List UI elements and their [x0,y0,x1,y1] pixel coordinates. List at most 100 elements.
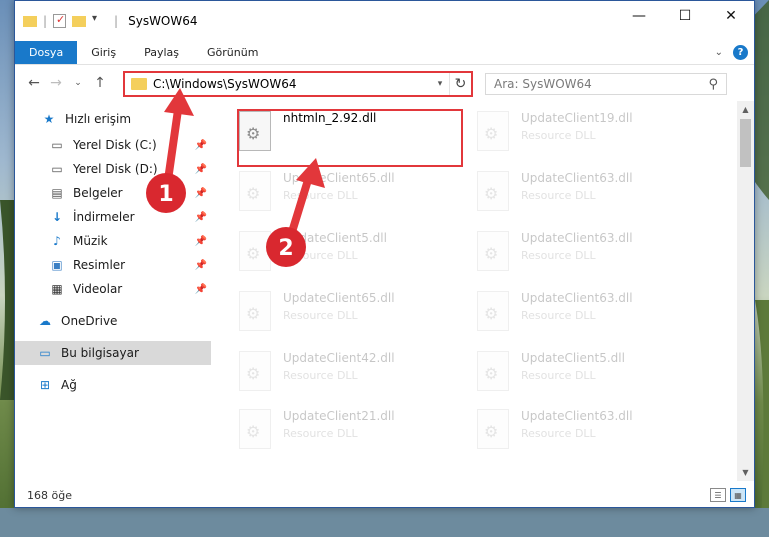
sidebar-item-onedrive[interactable]: ☁ OneDrive [15,309,211,333]
quick-access-toolbar: | ✓ ▾ [15,13,108,29]
file-name: UpdateClient63.dll [521,409,633,423]
scroll-down-icon[interactable]: ▼ [737,468,754,477]
file-item[interactable]: ⚙ UpdateClient65.dll Resource DLL [239,171,439,221]
ribbon-tabs: Dosya Giriş Paylaş Görünüm ⌄ ? [15,41,754,65]
pin-icon[interactable]: 📌 [195,140,207,151]
scroll-up-icon[interactable]: ▲ [737,105,754,114]
sidebar-item-label: Ağ [61,378,77,392]
file-item[interactable]: ⚙ UpdateClient63.dll Resource DLL [477,171,677,221]
sidebar-item-this-pc[interactable]: ▭ Bu bilgisayar [15,341,211,365]
file-type: Resource DLL [521,189,596,202]
drive-icon: ▭ [51,162,63,176]
music-icon: ♪ [53,234,61,248]
file-name: UpdateClient63.dll [521,231,633,245]
ribbon-right: ⌄ ? [715,41,754,64]
video-icon: ▦ [51,282,63,296]
dll-file-icon: ⚙ [239,351,271,391]
address-path[interactable]: C:\Windows\SysWOW64 [153,77,431,91]
tab-file[interactable]: Dosya [15,41,78,64]
large-icons-view-icon[interactable]: ▦ [730,488,746,502]
file-name: UpdateClient63.dll [521,291,633,305]
file-name: UpdateClient42.dll [283,351,395,365]
file-item[interactable]: ⚙ UpdateClient63.dll Resource DLL [477,409,677,459]
pin-icon[interactable]: 📌 [195,188,207,199]
file-type: Resource DLL [283,309,358,322]
pin-icon[interactable]: 📌 [195,236,207,247]
star-icon: ★ [43,112,55,126]
search-icon[interactable]: ⚲ [708,77,718,92]
file-item[interactable]: ⚙ UpdateClient5.dll Resource DLL [239,231,439,281]
file-name: UpdateClient21.dll [283,409,395,423]
file-item[interactable]: ⚙ UpdateClient63.dll Resource DLL [477,291,677,341]
expand-ribbon-icon[interactable]: ⌄ [715,47,723,58]
recent-locations-button[interactable]: ⌄ [67,78,89,88]
dll-file-icon: ⚙ [477,409,509,449]
properties-icon[interactable]: ✓ [53,13,67,28]
pin-icon[interactable]: 📌 [195,164,207,175]
dll-file-icon: ⚙ [477,111,509,151]
file-type: Resource DLL [283,249,358,262]
tab-share[interactable]: Paylaş [130,41,193,64]
file-name: UpdateClient19.dll [521,111,633,125]
sidebar-item-label: Resimler [73,258,126,272]
navigation-bar: ← → ⌄ ↑ C:\Windows\SysWOW64 ▾ ↻ Ara: Sys… [15,65,754,101]
minimize-button[interactable]: — [616,1,662,31]
sidebar-item-quick-access[interactable]: ★ Hızlı erişim [15,107,211,131]
sidebar-item-videos[interactable]: ▦ Videolar 📌 [15,277,211,301]
sidebar-item-local-disk-d[interactable]: ▭ Yerel Disk (D:) 📌 [15,157,211,181]
details-view-icon[interactable]: ☰ [710,488,726,502]
file-item[interactable]: ⚙ UpdateClient19.dll Resource DLL [477,111,677,161]
sidebar-item-documents[interactable]: ▤ Belgeler 📌 [15,181,211,205]
sidebar-item-label: OneDrive [61,314,118,328]
vertical-scrollbar[interactable]: ▲ ▼ [737,101,754,481]
sidebar-item-label: Hızlı erişim [65,112,132,126]
help-icon[interactable]: ? [733,45,748,60]
scrollbar-thumb[interactable] [740,119,751,167]
up-button[interactable]: ↑ [89,75,111,91]
separator: | [43,14,48,28]
forward-button[interactable]: → [45,75,67,91]
sidebar-item-pictures[interactable]: ▣ Resimler 📌 [15,253,211,277]
maximize-button[interactable]: ☐ [662,1,708,31]
address-dropdown-icon[interactable]: ▾ [431,79,449,89]
dll-file-icon: ⚙ [477,171,509,211]
refresh-icon[interactable]: ↻ [449,73,471,95]
file-type: Resource DLL [521,249,596,262]
new-folder-icon[interactable] [72,15,87,27]
tab-home[interactable]: Giriş [77,41,130,64]
sidebar-item-network[interactable]: ⊞ Ağ [15,373,211,397]
address-bar[interactable]: C:\Windows\SysWOW64 ▾ ↻ [123,71,473,97]
dll-file-icon: ⚙ [239,409,271,449]
sidebar-item-label: Yerel Disk (C:) [73,138,157,152]
pin-icon[interactable]: 📌 [195,284,207,295]
file-name: UpdateClient5.dll [283,231,387,245]
folder-icon [23,15,37,27]
sidebar-item-downloads[interactable]: ↓ İndirmeler 📌 [15,205,211,229]
title-bar: | ✓ ▾ | SysWOW64 — ☐ ✕ [15,1,754,41]
file-name: UpdateClient63.dll [521,171,633,185]
file-item[interactable]: ⚙ UpdateClient5.dll Resource DLL [477,351,677,401]
file-type: Resource DLL [521,369,596,382]
item-count: 168 öğe [27,488,72,502]
file-item[interactable]: ⚙ UpdateClient63.dll Resource DLL [477,231,677,281]
file-item[interactable]: ⚙ UpdateClient65.dll Resource DLL [239,291,439,341]
network-icon: ⊞ [39,378,51,392]
dll-file-icon: ⚙ [239,291,271,331]
file-item[interactable]: ⚙ UpdateClient21.dll Resource DLL [239,409,439,459]
search-box[interactable]: Ara: SysWOW64 ⚲ [485,73,727,95]
close-button[interactable]: ✕ [708,1,754,31]
sidebar-item-music[interactable]: ♪ Müzik 📌 [15,229,211,253]
tab-view[interactable]: Görünüm [193,41,272,64]
file-type: Resource DLL [283,189,358,202]
dll-file-icon: ⚙ [239,171,271,211]
file-item[interactable]: ⚙ UpdateClient42.dll Resource DLL [239,351,439,401]
pin-icon[interactable]: 📌 [195,212,207,223]
sidebar-item-label: Yerel Disk (D:) [73,162,158,176]
back-button[interactable]: ← [23,75,45,91]
file-type: Resource DLL [521,427,596,440]
file-name: UpdateClient65.dll [283,171,395,185]
download-icon: ↓ [51,210,63,224]
sidebar-item-local-disk-c[interactable]: ▭ Yerel Disk (C:) 📌 [15,133,211,157]
customize-toolbar-icon[interactable]: ▾ [92,13,108,29]
pin-icon[interactable]: 📌 [195,260,207,271]
